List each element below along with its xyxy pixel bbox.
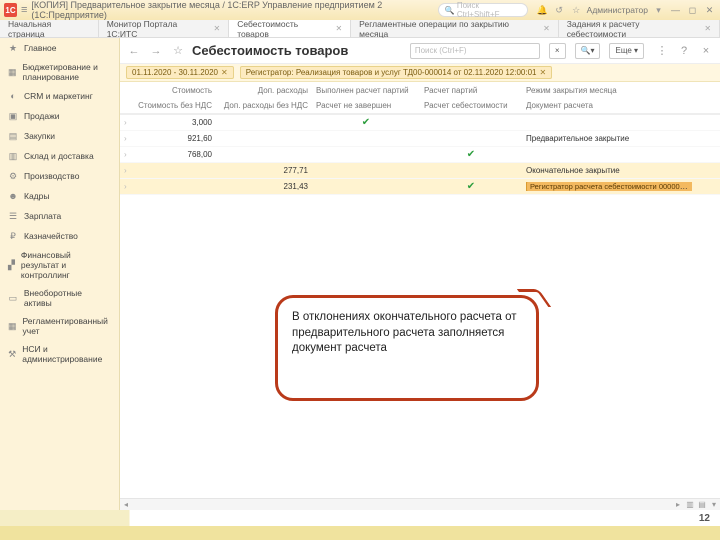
sidebar-icon: ☻ — [8, 191, 18, 201]
col-header[interactable]: Стоимость — [134, 86, 216, 95]
sidebar-icon: ▤ — [8, 131, 18, 141]
sidebar-icon: ₽ — [8, 231, 18, 241]
col-header[interactable]: Расчет себестоимости — [420, 101, 522, 110]
star-icon[interactable]: ☆ — [570, 3, 583, 17]
tab-2[interactable]: Себестоимость товаров✕ — [229, 20, 351, 37]
sidebar-item-6[interactable]: ⚙Производство — [0, 166, 119, 186]
sidebar-item-13[interactable]: ⚒НСИ и администрирование — [0, 340, 119, 368]
grid-menu-button[interactable]: ▥ — [684, 500, 696, 510]
table-row[interactable]: ›231,43✔Регистратор расчета себестоимост… — [120, 179, 720, 195]
sidebar-icon: ⚙ — [8, 171, 18, 181]
maximize-button[interactable]: ◻ — [686, 3, 699, 17]
clear-search-button[interactable]: × — [549, 43, 566, 59]
table-row[interactable]: ›768,00✔ — [120, 147, 720, 163]
window-title: [КОПИЯ] Предварительное закрытие месяца … — [31, 0, 429, 20]
sidebar-icon: ▥ — [8, 151, 18, 161]
document-link[interactable]: Регистратор расчета себестоимости 000000… — [526, 182, 692, 191]
sidebar-icon: ☰ — [8, 211, 18, 221]
page-title: Себестоимость товаров — [192, 43, 348, 58]
global-search[interactable]: 🔍 Поиск Ctrl+Shift+F — [438, 3, 528, 17]
back-button[interactable]: ← — [126, 43, 142, 59]
sidebar-icon: ◐ — [8, 91, 18, 101]
grid-search[interactable]: Поиск (Ctrl+F) — [410, 43, 540, 59]
user-label[interactable]: Администратор — [587, 5, 648, 15]
close-icon[interactable]: ✕ — [335, 24, 342, 33]
help-icon[interactable]: ? — [676, 43, 692, 59]
sidebar-icon: ▣ — [8, 111, 18, 121]
sidebar-icon: ★ — [8, 43, 18, 53]
bell-icon[interactable]: 🔔 — [536, 3, 549, 17]
col-header[interactable]: Стоимость без НДС — [134, 101, 216, 110]
table-row[interactable]: ›277,71Окончательное закрытие — [120, 163, 720, 179]
sidebar-item-9[interactable]: ₽Казначейство — [0, 226, 119, 246]
table-row[interactable]: ›921,60Предварительное закрытие — [120, 131, 720, 147]
grid-menu-button[interactable]: ▤ — [696, 500, 708, 510]
col-header[interactable]: Расчет не завершен — [312, 101, 420, 110]
tab-4[interactable]: Задания к расчету себестоимости✕ — [559, 20, 720, 37]
horizontal-scrollbar[interactable]: ◂ ▸ ▥ ▤ ▾ — [120, 498, 720, 510]
expand-icon[interactable]: › — [120, 182, 134, 191]
sidebar-item-2[interactable]: ◐CRM и маркетинг — [0, 86, 119, 106]
sidebar-item-11[interactable]: ▭Внеоборотные активы — [0, 284, 119, 312]
sidebar-icon: ▭ — [8, 293, 18, 303]
sidebar-item-7[interactable]: ☻Кадры — [0, 186, 119, 206]
annotation-callout: В отклонениях окончательного расчета от … — [275, 295, 539, 401]
sidebar-icon: ⚒ — [8, 349, 16, 359]
tab-1[interactable]: Монитор Портала 1С:ИТС✕ — [99, 20, 230, 37]
minimize-button[interactable]: — — [669, 3, 682, 17]
tab-0[interactable]: Начальная страница — [0, 20, 99, 37]
menu-icon[interactable]: ≡ — [21, 4, 27, 16]
app-logo: 1C — [4, 3, 17, 17]
sidebar-item-5[interactable]: ▥Склад и доставка — [0, 146, 119, 166]
col-header[interactable]: Доп. расходы — [216, 86, 312, 95]
close-tab-icon[interactable]: × — [698, 43, 714, 59]
sidebar-icon: ▦ — [8, 67, 17, 77]
table-row[interactable]: ›3,000✔ — [120, 115, 720, 131]
expand-icon[interactable]: › — [120, 118, 134, 127]
sidebar-icon: ▦ — [8, 321, 17, 331]
col-header[interactable]: Документ расчета — [522, 101, 692, 110]
grid-menu-button[interactable]: ▾ — [708, 500, 720, 510]
sidebar-item-12[interactable]: ▦Регламентированный учет — [0, 312, 119, 340]
close-icon[interactable]: ✕ — [704, 24, 711, 33]
period-filter[interactable]: 01.11.2020 - 30.11.2020✕ — [126, 66, 234, 79]
scroll-left-icon[interactable]: ◂ — [120, 500, 132, 510]
tab-3[interactable]: Регламентные операции по закрытию месяца… — [351, 20, 559, 37]
close-icon[interactable]: ✕ — [539, 68, 546, 77]
col-header[interactable]: Режим закрытия месяца — [522, 86, 692, 95]
filter-button[interactable]: 🔍▾ — [575, 43, 601, 59]
sidebar-item-8[interactable]: ☰Зарплата — [0, 206, 119, 226]
expand-icon[interactable]: › — [120, 150, 134, 159]
sidebar-icon: ▞ — [8, 260, 15, 270]
registrator-filter[interactable]: Регистратор: Реализация товаров и услуг … — [240, 66, 552, 79]
page-number: 12 — [699, 513, 710, 524]
expand-icon[interactable]: › — [120, 134, 134, 143]
col-header[interactable]: Выполнен расчет партий — [312, 86, 420, 95]
favorite-icon[interactable]: ☆ — [170, 43, 186, 59]
close-icon[interactable]: ✕ — [214, 24, 221, 33]
close-icon[interactable]: ✕ — [543, 24, 550, 33]
dropdown-icon[interactable]: ▾ — [652, 3, 665, 17]
col-header[interactable]: Доп. расходы без НДС — [216, 101, 312, 110]
forward-button[interactable]: → — [148, 43, 164, 59]
expand-icon[interactable]: › — [120, 166, 134, 175]
sidebar-item-3[interactable]: ▣Продажи — [0, 106, 119, 126]
close-button[interactable]: ✕ — [703, 3, 716, 17]
sidebar-item-4[interactable]: ▤Закупки — [0, 126, 119, 146]
sidebar-item-1[interactable]: ▦Бюджетирование и планирование — [0, 58, 119, 86]
col-header[interactable]: Расчет партий — [420, 86, 522, 95]
settings-icon[interactable]: ⋮ — [654, 43, 670, 59]
scroll-right-icon[interactable]: ▸ — [672, 500, 684, 510]
sidebar-item-0[interactable]: ★Главное — [0, 38, 119, 58]
more-button[interactable]: Еще ▾ — [609, 43, 644, 59]
sidebar-item-10[interactable]: ▞Финансовый результат и контроллинг — [0, 246, 119, 284]
history-icon[interactable]: ↺ — [553, 3, 566, 17]
close-icon[interactable]: ✕ — [221, 68, 228, 77]
